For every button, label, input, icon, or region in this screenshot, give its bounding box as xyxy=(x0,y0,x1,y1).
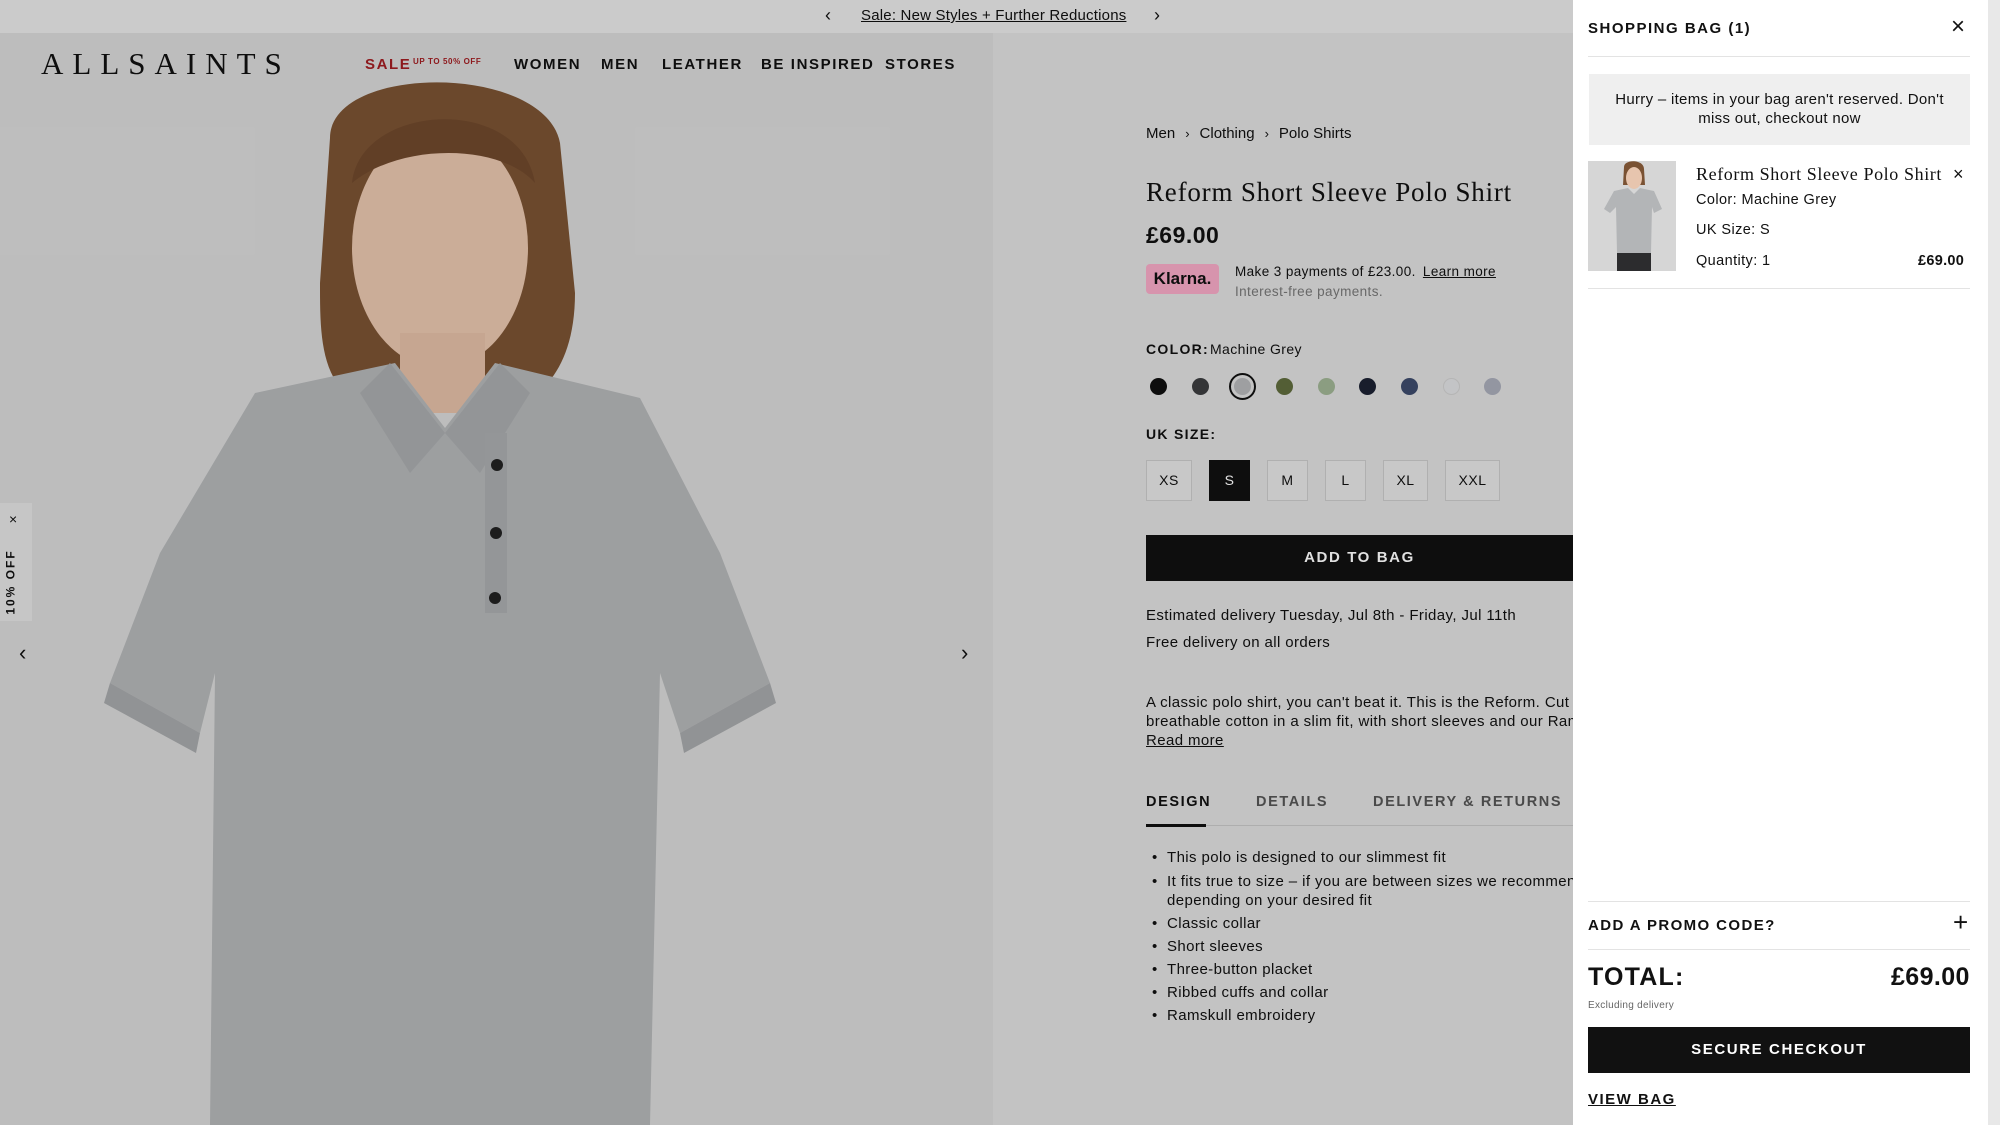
bag-item-color: Color: Machine Grey xyxy=(1696,192,1837,208)
bag-reservation-notice: Hurry – items in your bag aren't reserve… xyxy=(1589,74,1970,145)
remove-item-icon[interactable]: × xyxy=(1953,164,1964,185)
close-icon[interactable]: × xyxy=(1951,13,1965,41)
divider xyxy=(1588,288,1970,289)
total-value: £69.00 xyxy=(1891,963,1970,991)
plus-icon[interactable]: + xyxy=(1953,907,1968,938)
total-label: TOTAL: xyxy=(1588,963,1685,991)
bag-title: SHOPPING BAG (1) xyxy=(1588,20,1752,37)
bag-item-name[interactable]: Reform Short Sleeve Polo Shirt xyxy=(1696,164,1942,185)
secure-checkout-button[interactable]: SECURE CHECKOUT xyxy=(1588,1027,1970,1073)
divider xyxy=(1588,901,1970,902)
bag-item-size: UK Size: S xyxy=(1696,222,1771,238)
bag-item-quantity: Quantity: 1 xyxy=(1696,253,1771,269)
divider xyxy=(1588,949,1970,950)
excluding-delivery-note: Excluding delivery xyxy=(1588,1000,1674,1011)
bag-item-price: £69.00 xyxy=(1918,253,1965,269)
divider xyxy=(1588,56,1970,57)
scrollbar[interactable] xyxy=(1988,0,2000,1125)
bag-item-thumbnail[interactable] xyxy=(1588,161,1676,271)
page-overlay[interactable] xyxy=(0,0,1573,1125)
thumbnail-illustration xyxy=(1588,161,1676,271)
view-bag-link[interactable]: VIEW BAG xyxy=(1588,1091,1676,1108)
promo-code-toggle[interactable]: ADD A PROMO CODE? xyxy=(1588,917,1776,934)
shopping-bag-drawer: SHOPPING BAG (1) × Hurry – items in your… xyxy=(1573,0,2000,1125)
